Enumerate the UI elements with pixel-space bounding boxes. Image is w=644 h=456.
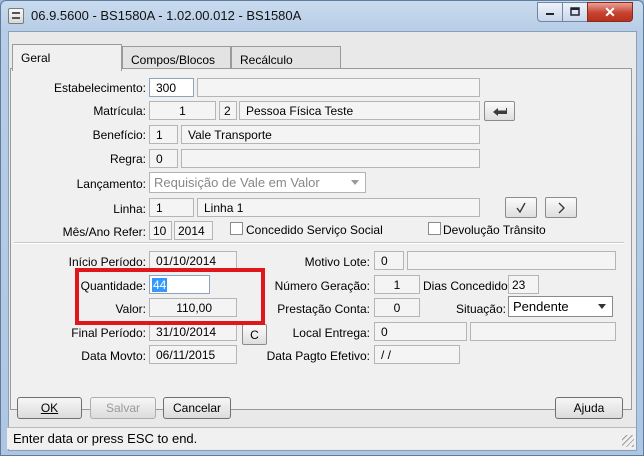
salvar-button[interactable]: Salvar: [90, 397, 156, 419]
status-bar: Enter data or press ESC to end.: [7, 427, 636, 449]
estabelecimento-label: Estabelecimento:: [53, 81, 146, 95]
inicio-periodo-label: Início Período:: [68, 255, 146, 269]
devolucao-transito-label: Devolução Trânsito: [443, 223, 546, 237]
beneficio-label: Benefício:: [92, 128, 146, 142]
title-bar[interactable]: 06.9.5600 - BS1580A - 1.02.00.012 - BS15…: [1, 1, 643, 31]
quantidade-field[interactable]: 44: [149, 275, 210, 294]
chevron-down-icon: [598, 304, 606, 309]
final-periodo-field[interactable]: 31/10/2014: [149, 322, 237, 341]
mes-ano-refer-label: Mês/Ano Refer:: [62, 225, 146, 239]
zoom-button[interactable]: [484, 101, 515, 121]
resize-grip-icon[interactable]: [622, 435, 634, 447]
concedido-servico-social-label: Concedido Serviço Social: [246, 223, 383, 237]
local-entrega-label: Local Entrega:: [292, 326, 370, 340]
tab-compos-blocos[interactable]: Compos/Blocos: [122, 46, 231, 70]
window-title: 06.9.5600 - BS1580A - 1.02.00.012 - BS15…: [31, 8, 302, 23]
regra-field[interactable]: 0: [149, 149, 178, 168]
check-icon: [516, 202, 526, 213]
motivo-lote-field[interactable]: 0: [374, 251, 404, 270]
cancelar-button-label: Cancelar: [172, 401, 222, 415]
tab-label: Compos/Blocos: [131, 53, 216, 67]
numero-geracao-label: Número Geração:: [274, 279, 370, 293]
quantidade-selected-text: 44: [152, 278, 168, 292]
situacao-select-value: Pendente: [513, 299, 569, 314]
motivo-lote-description: [407, 251, 616, 270]
dias-concedidos-field[interactable]: 23: [508, 275, 539, 294]
lancamento-label: Lançamento:: [76, 177, 146, 191]
regra-description: [181, 149, 480, 168]
situacao-select[interactable]: Pendente: [508, 296, 613, 317]
tab-geral[interactable]: Geral: [12, 44, 122, 71]
prestacao-conta-label: Prestação Conta:: [277, 302, 370, 316]
ok-button-label: OK: [40, 401, 59, 415]
prestacao-conta-field[interactable]: 0: [374, 298, 420, 317]
linha-field[interactable]: 1: [149, 198, 194, 217]
lancamento-select[interactable]: Requisição de Vale em Valor: [149, 172, 366, 193]
quantidade-label: Quantidade:: [80, 279, 146, 293]
matricula-label: Matrícula:: [93, 104, 146, 118]
concedido-servico-social-checkbox[interactable]: [230, 222, 243, 235]
chevron-down-icon: [351, 180, 359, 185]
section-divider: [14, 242, 624, 244]
tab-recalculo[interactable]: Recálculo: [231, 46, 341, 70]
cancelar-button[interactable]: Cancelar: [163, 397, 231, 419]
chevron-right-icon: [558, 202, 565, 213]
local-entrega-description: [470, 322, 616, 341]
data-movto-field[interactable]: 06/11/2015: [149, 345, 237, 364]
next-button[interactable]: [545, 197, 577, 218]
ano-field[interactable]: 2014: [174, 221, 213, 240]
data-movto-label: Data Movto:: [81, 349, 146, 363]
estabelecimento-description: [197, 78, 480, 97]
situacao-label: Situação:: [455, 302, 506, 316]
minimize-button[interactable]: [537, 2, 563, 22]
close-icon: ✕: [604, 3, 616, 20]
beneficio-field[interactable]: 1: [149, 125, 178, 144]
linha-label: Linha:: [113, 202, 146, 216]
estabelecimento-field[interactable]: 300: [149, 78, 194, 97]
maximize-icon: [570, 7, 580, 16]
status-text: Enter data or press ESC to end.: [13, 431, 198, 446]
lancamento-select-value: Requisição de Vale em Valor: [154, 175, 320, 190]
ajuda-button-label: Ajuda: [573, 401, 605, 415]
salvar-button-label: Salvar: [105, 401, 140, 415]
dias-concedidos-label: Dias Concedidos:: [423, 279, 518, 293]
ajuda-button[interactable]: Ajuda: [555, 397, 623, 419]
close-button[interactable]: ✕: [587, 2, 633, 22]
valor-field[interactable]: 110,00: [149, 298, 237, 317]
motivo-lote-label: Motivo Lote:: [304, 255, 370, 269]
data-pagto-efetivo-field[interactable]: / /: [374, 345, 460, 364]
numero-geracao-field[interactable]: 1: [374, 275, 420, 294]
devolucao-transito-checkbox[interactable]: [428, 222, 441, 235]
tab-label: Recálculo: [240, 53, 293, 67]
final-periodo-label: Final Período:: [71, 326, 146, 340]
local-entrega-field[interactable]: 0: [374, 322, 467, 341]
tab-label: Geral: [21, 51, 51, 65]
maximize-button[interactable]: [562, 2, 588, 22]
valor-label: Valor:: [115, 302, 146, 316]
matricula-field[interactable]: 1: [149, 101, 216, 120]
mes-field[interactable]: 10: [149, 221, 172, 240]
matricula-seq-field[interactable]: 2: [219, 101, 237, 120]
linha-description: Linha 1: [197, 198, 480, 217]
check-button[interactable]: [505, 197, 537, 218]
ok-button[interactable]: OK: [17, 397, 82, 419]
minimize-icon: [546, 13, 554, 15]
matricula-description: Pessoa Física Teste: [239, 101, 480, 120]
inicio-periodo-field[interactable]: 01/10/2014: [149, 251, 237, 270]
zoom-back-arrow-icon: [492, 108, 507, 116]
regra-label: Regra:: [109, 152, 146, 166]
beneficio-description: Vale Transporte: [181, 125, 480, 144]
app-icon: [8, 8, 24, 24]
data-pagto-efetivo-label: Data Pagto Efetivo:: [266, 349, 370, 363]
